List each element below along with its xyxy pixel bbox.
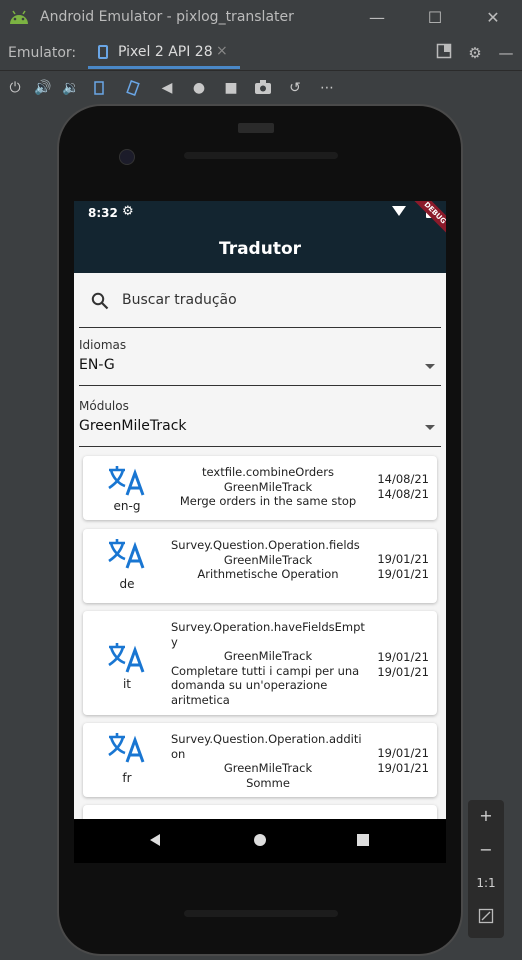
status-time: 8:32 — [88, 206, 118, 220]
close-tab-icon[interactable]: × — [216, 43, 228, 59]
nav-home-icon[interactable] — [253, 833, 267, 847]
dropdown-arrow-icon — [425, 364, 435, 369]
window-title: Android Emulator - pixlog_translater — [40, 9, 294, 25]
actual-size-button[interactable]: 1:1 — [468, 876, 504, 890]
zoom-out-button[interactable]: − — [468, 840, 504, 859]
emulator-toolbar: ⏻ 🔊 🔉 ◀ ● ■ ↺ ⋯ — [0, 71, 522, 105]
idiomas-dropdown[interactable]: Idiomas EN-G — [79, 338, 441, 386]
idiomas-label: Idiomas — [79, 338, 127, 352]
device-sensor — [238, 123, 274, 133]
close-window-button[interactable]: ✕ — [478, 6, 508, 30]
translation-card[interactable]: en-g textfile.combineOrders GreenMileTra… — [83, 456, 437, 520]
zoom-in-button[interactable]: + — [468, 806, 504, 825]
app-screen: 8:32 ⚙ Tradutor DEBUG Buscar tradução Id… — [74, 201, 446, 819]
card-text: Completare tutti i campi per una domanda… — [171, 663, 360, 707]
card-dates: 19/01/21 19/01/21 — [369, 552, 429, 581]
power-icon[interactable]: ⏻ — [6, 79, 24, 97]
minimize-panel-icon[interactable]: — — [496, 43, 516, 63]
card-date-created: 14/08/21 — [377, 472, 429, 486]
card-key: Survey.Question.Operation.addition — [171, 732, 362, 761]
nav-back-icon[interactable] — [148, 833, 162, 847]
card-date-created: 19/01/21 — [377, 746, 429, 760]
search-icon — [91, 292, 109, 310]
back-icon[interactable]: ◀ — [158, 79, 176, 97]
fit-screen-icon[interactable] — [468, 908, 504, 928]
app-title: Tradutor — [218, 239, 302, 259]
search-placeholder: Buscar tradução — [122, 292, 237, 308]
status-bar: 8:32 ⚙ — [74, 201, 446, 225]
tab-label: Pixel 2 API 28 — [118, 44, 213, 60]
window-title-bar: Android Emulator - pixlog_translater — ☐… — [0, 0, 522, 36]
minimize-button[interactable]: — — [362, 6, 392, 30]
card-key: Survey.Question.Operation.fields — [171, 538, 360, 552]
card-module: GreenMileTrack — [223, 479, 313, 494]
more-icon[interactable]: ⋯ — [318, 79, 336, 97]
translation-card[interactable]: fr Survey.Question.Operation.addition Gr… — [83, 723, 437, 797]
card-dates: 19/01/21 19/01/21 — [369, 650, 429, 679]
card-module: GreenMileTrack — [223, 552, 313, 567]
card-language: en-g — [113, 499, 141, 513]
translate-icon — [108, 643, 145, 673]
search-input[interactable]: Buscar tradução — [79, 285, 441, 328]
card-text: Somme — [246, 775, 290, 790]
gear-icon[interactable]: ⚙ — [465, 43, 485, 63]
card-date-updated: 19/01/21 — [377, 566, 429, 581]
overview-icon[interactable]: ■ — [222, 79, 240, 97]
modulos-value: GreenMileTrack — [79, 418, 187, 434]
android-nav-bar — [74, 819, 446, 863]
translation-card[interactable] — [83, 805, 437, 819]
card-date-created: 19/01/21 — [377, 552, 429, 566]
zoom-panel: + − 1:1 — [468, 800, 504, 938]
card-details: Survey.Operation.haveFieldsEmpty GreenMi… — [171, 620, 365, 707]
card-dates: 19/01/21 19/01/21 — [369, 746, 429, 775]
translate-icon — [108, 539, 145, 569]
idiomas-value: EN-G — [79, 357, 115, 373]
volume-up-icon[interactable]: 🔊 — [34, 79, 52, 97]
window-mode-icon[interactable] — [434, 43, 454, 63]
card-date-updated: 19/01/21 — [377, 664, 429, 679]
card-text: Merge orders in the same stop — [179, 494, 357, 508]
device-speaker-bottom — [184, 910, 338, 917]
card-dates: 14/08/21 14/08/21 — [369, 472, 429, 501]
card-module: GreenMileTrack — [223, 649, 313, 663]
card-key: textfile.combineOrders — [202, 465, 334, 479]
translate-icon — [108, 733, 145, 763]
rotate-left-icon[interactable] — [90, 79, 108, 97]
translation-card[interactable]: de Survey.Question.Operation.fields Gree… — [83, 529, 437, 603]
card-date-updated: 14/08/21 — [377, 486, 429, 501]
app-bar: Tradutor — [74, 225, 446, 273]
volume-down-icon[interactable]: 🔉 — [62, 79, 80, 97]
card-language: de — [119, 577, 135, 591]
emulator-label: Emulator: — [8, 45, 77, 61]
nav-overview-icon[interactable] — [356, 833, 370, 847]
card-module: GreenMileTrack — [223, 761, 313, 775]
home-icon[interactable]: ● — [190, 79, 208, 97]
camera-icon[interactable] — [254, 79, 272, 97]
dropdown-arrow-icon — [425, 425, 435, 430]
card-language: fr — [122, 771, 132, 785]
card-text: Arithmetische Operation — [197, 567, 339, 581]
modulos-dropdown[interactable]: Módulos GreenMileTrack — [79, 399, 441, 447]
emulator-tab-bar: Emulator: Pixel 2 API 28 × ⚙ — — [0, 36, 522, 71]
phone-icon — [98, 45, 108, 59]
device-speaker-top — [184, 152, 338, 159]
maximize-button[interactable]: ☐ — [420, 6, 450, 30]
card-date-created: 19/01/21 — [377, 650, 429, 664]
translate-icon — [108, 466, 145, 496]
modulos-label: Módulos — [79, 399, 129, 413]
settings-status-icon: ⚙ — [122, 204, 134, 219]
front-camera — [119, 149, 135, 165]
card-language: it — [122, 677, 132, 691]
tab-pixel-2-api-28[interactable]: Pixel 2 API 28 × — [88, 36, 240, 69]
card-key: Survey.Operation.haveFieldsEmpty — [171, 620, 365, 649]
card-date-updated: 19/01/21 — [377, 760, 429, 775]
wifi-icon — [392, 206, 406, 216]
card-details: Survey.Question.Operation.addition Green… — [171, 732, 365, 790]
snapshot-icon[interactable]: ↺ — [286, 79, 304, 97]
android-logo-icon — [10, 10, 28, 24]
card-details: Survey.Question.Operation.fields GreenMi… — [171, 538, 365, 582]
card-details: textfile.combineOrders GreenMileTrack Me… — [171, 465, 365, 509]
rotate-right-icon[interactable] — [124, 79, 142, 97]
translation-card[interactable]: it Survey.Operation.haveFieldsEmpty Gree… — [83, 611, 437, 715]
